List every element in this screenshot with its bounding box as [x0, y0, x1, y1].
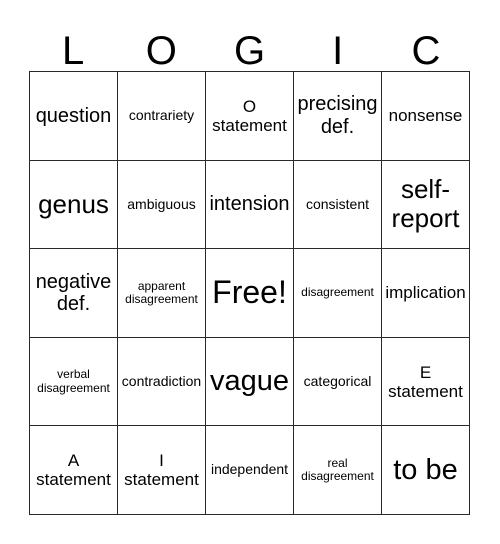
- header-letter-label: O: [145, 29, 177, 73]
- bingo-cell[interactable]: apparent disagreement: [118, 249, 206, 338]
- bingo-cell-label: consistent: [305, 195, 370, 212]
- bingo-cell-label: intension: [209, 193, 290, 216]
- header-letter-label: L: [61, 29, 85, 73]
- bingo-cell[interactable]: categorical: [294, 337, 382, 427]
- bingo-cell[interactable]: ambiguous: [118, 160, 206, 250]
- bingo-cell[interactable]: O statement: [206, 72, 294, 161]
- bingo-cell-label: ambiguous: [127, 195, 196, 212]
- bingo-cell[interactable]: contradiction: [118, 337, 206, 427]
- bingo-cell[interactable]: real disagreement: [294, 426, 382, 515]
- header-letter-3: G: [205, 24, 293, 71]
- bingo-header: L O G I C: [29, 24, 470, 71]
- bingo-cell-label: I statement: [124, 451, 199, 490]
- bingo-cell[interactable]: vague: [206, 337, 294, 427]
- bingo-cell[interactable]: negative def.: [30, 249, 118, 338]
- bingo-cell[interactable]: intension: [206, 160, 294, 250]
- bingo-cell[interactable]: I statement: [118, 426, 206, 515]
- bingo-cell[interactable]: nonsense: [382, 72, 470, 161]
- bingo-cell[interactable]: contrariety: [118, 72, 206, 161]
- bingo-cell-label: vague: [209, 365, 289, 398]
- header-letter-label: I: [332, 29, 344, 73]
- bingo-cell-label: disagreement: [301, 285, 374, 300]
- bingo-cell[interactable]: E statement: [382, 337, 470, 427]
- bingo-cell-label: to be: [393, 453, 458, 486]
- bingo-cell[interactable]: genus: [30, 160, 118, 250]
- bingo-cell-label: independent: [210, 461, 289, 478]
- bingo-cell-label: precising def.: [297, 93, 378, 138]
- bingo-cell-label: O statement: [212, 96, 287, 135]
- bingo-cell[interactable]: consistent: [294, 160, 382, 250]
- bingo-cell[interactable]: question: [30, 72, 118, 161]
- header-letter-5: C: [382, 24, 470, 71]
- bingo-cell-label: Free!: [212, 274, 287, 311]
- bingo-cell-label: categorical: [303, 372, 372, 389]
- header-letter-4: I: [294, 24, 382, 71]
- bingo-cell-label: negative def.: [35, 270, 112, 315]
- bingo-cell-label: A statement: [36, 451, 111, 490]
- bingo-cell-label: self- report: [391, 174, 460, 234]
- bingo-cell-label: real disagreement: [301, 455, 374, 484]
- bingo-cell[interactable]: precising def.: [294, 72, 382, 161]
- bingo-cell[interactable]: independent: [206, 426, 294, 515]
- bingo-cell-label: apparent disagreement: [125, 278, 198, 306]
- bingo-cell-label: contrariety: [128, 106, 195, 123]
- bingo-cell[interactable]: implication: [382, 249, 470, 338]
- bingo-card: L O G I C question contrariety O statement…: [0, 0, 500, 544]
- bingo-cell-label: verbal disagreement: [37, 367, 110, 395]
- bingo-cell-label: question: [35, 104, 112, 127]
- bingo-cell[interactable]: A statement: [30, 426, 118, 515]
- bingo-cell-label: contradiction: [121, 372, 202, 389]
- bingo-cell-label: nonsense: [388, 106, 463, 126]
- bingo-grid: question contrariety O statement precising …: [29, 71, 470, 515]
- bingo-cell-label: E statement: [388, 362, 463, 401]
- header-letter-2: O: [117, 24, 205, 71]
- bingo-free-space[interactable]: Free!: [206, 249, 294, 338]
- bingo-cell[interactable]: to be: [382, 426, 470, 515]
- bingo-cell[interactable]: verbal disagreement: [30, 337, 118, 427]
- header-letter-1: L: [29, 24, 117, 71]
- bingo-cell[interactable]: disagreement: [294, 249, 382, 338]
- bingo-cell[interactable]: self- report: [382, 160, 470, 250]
- header-letter-label: C: [411, 29, 441, 73]
- bingo-cell-label: genus: [38, 188, 109, 219]
- header-letter-label: G: [233, 29, 266, 73]
- bingo-cell-label: implication: [385, 283, 466, 303]
